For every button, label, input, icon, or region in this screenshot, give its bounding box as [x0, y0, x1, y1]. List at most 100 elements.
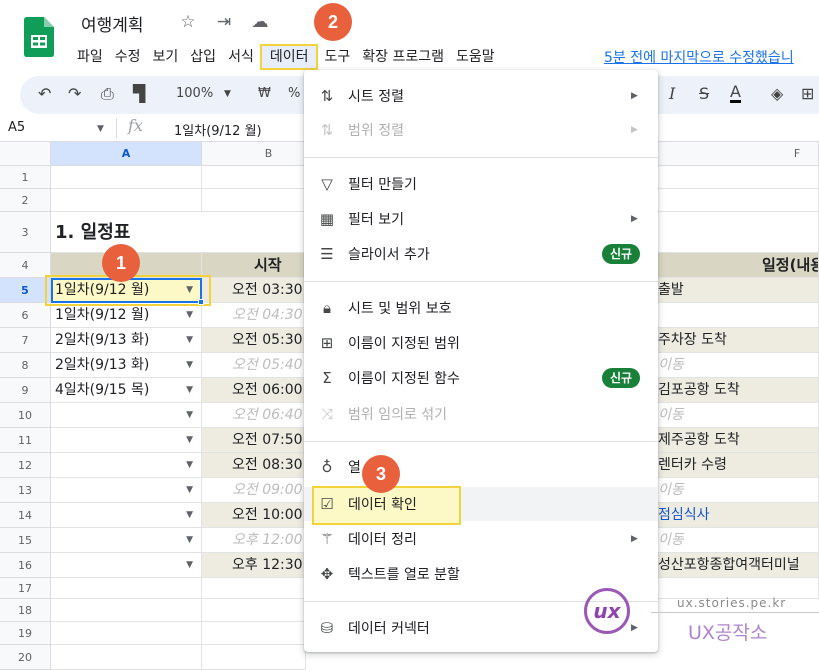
menu-item-filter-views[interactable]: ▦ 필터 보기 ▶: [304, 202, 658, 236]
menu-edit[interactable]: 수정: [109, 44, 147, 70]
cell-schedule[interactable]: 제주공항 도착: [656, 428, 819, 453]
row-header[interactable]: 18: [0, 599, 51, 622]
cell-schedule[interactable]: 렌터카 수령: [656, 453, 819, 478]
header-cell-schedule[interactable]: 일정(내용: [656, 253, 819, 278]
cell-time[interactable]: 오전 08:30: [202, 453, 306, 478]
cell[interactable]: [51, 599, 202, 622]
cell-time[interactable]: 오전 05:40: [202, 353, 306, 378]
cell[interactable]: [202, 599, 306, 622]
cell-schedule[interactable]: 이동: [656, 403, 819, 428]
menu-help[interactable]: 도움말: [450, 44, 501, 70]
cell-time[interactable]: 오전 06:40: [202, 403, 306, 428]
fill-color-icon[interactable]: ◈: [771, 84, 783, 103]
cell-time[interactable]: 오전 07:50: [202, 428, 306, 453]
dropdown-chevron-icon[interactable]: ▼: [186, 478, 193, 502]
dropdown-chevron-icon[interactable]: ▼: [186, 328, 193, 352]
menu-insert[interactable]: 삽입: [184, 44, 222, 70]
sheets-logo-icon[interactable]: [24, 17, 54, 57]
zoom-select[interactable]: 100%: [176, 86, 213, 101]
strikethrough-icon[interactable]: S: [699, 84, 709, 103]
dropdown-chevron-icon[interactable]: ▼: [186, 428, 193, 452]
row-header[interactable]: 14: [0, 503, 51, 528]
cell-day[interactable]: 2일차(9/13 화) ▼: [51, 328, 202, 353]
last-edit-link[interactable]: 5분 전에 마지막으로 수정했습니: [604, 47, 794, 67]
borders-icon[interactable]: ⊞: [801, 84, 814, 103]
cell[interactable]: [51, 189, 202, 212]
menu-item-protect[interactable]: 🔒︎ 시트 및 범위 보호: [304, 291, 658, 325]
row-header[interactable]: 9: [0, 378, 51, 403]
cell[interactable]: [51, 578, 202, 599]
cell-day[interactable]: 2일차(9/13 화) ▼: [51, 353, 202, 378]
cell-time[interactable]: 오전 04:30: [202, 303, 306, 328]
cell-time[interactable]: 오전 06:00: [202, 378, 306, 403]
menu-tools[interactable]: 도구: [318, 44, 356, 70]
name-box[interactable]: A5: [8, 120, 25, 135]
row-header[interactable]: 12: [0, 453, 51, 478]
cell[interactable]: [202, 189, 306, 212]
row-header[interactable]: 20: [0, 645, 51, 670]
move-folder-icon[interactable]: ⇥: [214, 12, 234, 32]
menu-view[interactable]: 보기: [147, 44, 185, 70]
cell-time[interactable]: 오전 10:00: [202, 503, 306, 528]
section-title[interactable]: 1. 일정표: [51, 212, 306, 253]
row-header[interactable]: 2: [0, 189, 51, 212]
menu-item-create-filter[interactable]: ▽ 필터 만들기: [304, 167, 658, 201]
formula-input[interactable]: 1일차(9/12 월): [174, 120, 262, 139]
cell-day[interactable]: ▼: [51, 503, 202, 528]
dropdown-chevron-icon[interactable]: ▼: [186, 503, 193, 527]
menu-item-data-cleanup[interactable]: ⚚ 데이터 정리 ▶: [304, 522, 658, 556]
star-icon[interactable]: ☆: [178, 12, 198, 32]
row-header[interactable]: 16: [0, 553, 51, 578]
text-color-icon[interactable]: A: [730, 84, 741, 103]
menu-item-split-text[interactable]: ✥ 텍스트를 열로 분할: [304, 557, 658, 591]
cell-schedule[interactable]: 이동: [656, 528, 819, 553]
name-box-chevron-icon[interactable]: ▼: [97, 124, 104, 134]
row-header[interactable]: 1: [0, 166, 51, 189]
cell[interactable]: [202, 622, 306, 645]
menu-item-named-functions[interactable]: Σ 이름이 지정된 함수 신규: [304, 361, 658, 395]
cell-day[interactable]: ▼: [51, 428, 202, 453]
cell-schedule[interactable]: 점심식사: [656, 503, 819, 528]
menu-file[interactable]: 파일: [71, 44, 109, 70]
menu-item-named-ranges[interactable]: ⊞ 이름이 지정된 범위: [304, 326, 658, 360]
cell[interactable]: [51, 166, 202, 189]
cell-time[interactable]: 오전 05:30: [202, 328, 306, 353]
menu-item-column-stats[interactable]: ♁ 열: [304, 450, 658, 484]
column-header-f[interactable]: F: [656, 142, 819, 166]
row-header[interactable]: 5: [0, 278, 51, 303]
cell-schedule[interactable]: 이동: [656, 353, 819, 378]
cell-day[interactable]: 1일차(9/12 월) ▼: [51, 303, 202, 328]
menu-item-randomize[interactable]: ⤨ 범위 임의로 섞기: [304, 397, 658, 431]
cell[interactable]: [202, 645, 306, 670]
cell[interactable]: [656, 212, 819, 253]
cell[interactable]: [656, 166, 819, 189]
row-header[interactable]: 19: [0, 622, 51, 645]
row-header[interactable]: 13: [0, 478, 51, 503]
italic-icon[interactable]: I: [669, 84, 675, 103]
menu-format[interactable]: 서식: [222, 44, 260, 70]
select-all-corner[interactable]: [0, 142, 51, 166]
menu-item-sort-sheet[interactable]: ⇅ 시트 정렬 ▶: [304, 79, 658, 113]
header-cell-start[interactable]: 시작: [202, 253, 306, 278]
column-header-a[interactable]: A: [51, 142, 202, 166]
cloud-status-icon[interactable]: ☁: [250, 12, 270, 32]
cell-schedule[interactable]: [656, 303, 819, 328]
cell-day[interactable]: ▼: [51, 553, 202, 578]
cell[interactable]: [202, 578, 306, 599]
undo-icon[interactable]: ↶: [38, 84, 51, 103]
cell[interactable]: [656, 189, 819, 212]
cell-time[interactable]: 오전 09:00: [202, 478, 306, 503]
menu-item-data-validation[interactable]: ☑ 데이터 확인: [304, 487, 658, 521]
row-header[interactable]: 3: [0, 212, 51, 253]
fill-handle[interactable]: [198, 299, 204, 305]
menu-item-sort-range[interactable]: ⇅ 범위 정렬 ▶: [304, 113, 658, 147]
cell-schedule[interactable]: 주차장 도착: [656, 328, 819, 353]
redo-icon[interactable]: ↷: [68, 84, 81, 103]
dropdown-chevron-icon[interactable]: ▼: [186, 553, 193, 577]
print-icon[interactable]: ⎙: [101, 84, 114, 104]
currency-format-button[interactable]: ₩: [258, 86, 271, 101]
cell-schedule[interactable]: 이동: [656, 478, 819, 503]
menu-extensions[interactable]: 확장 프로그램: [356, 44, 450, 70]
percent-format-button[interactable]: %: [288, 86, 300, 101]
cell-time[interactable]: 오후 12:30: [202, 553, 306, 578]
